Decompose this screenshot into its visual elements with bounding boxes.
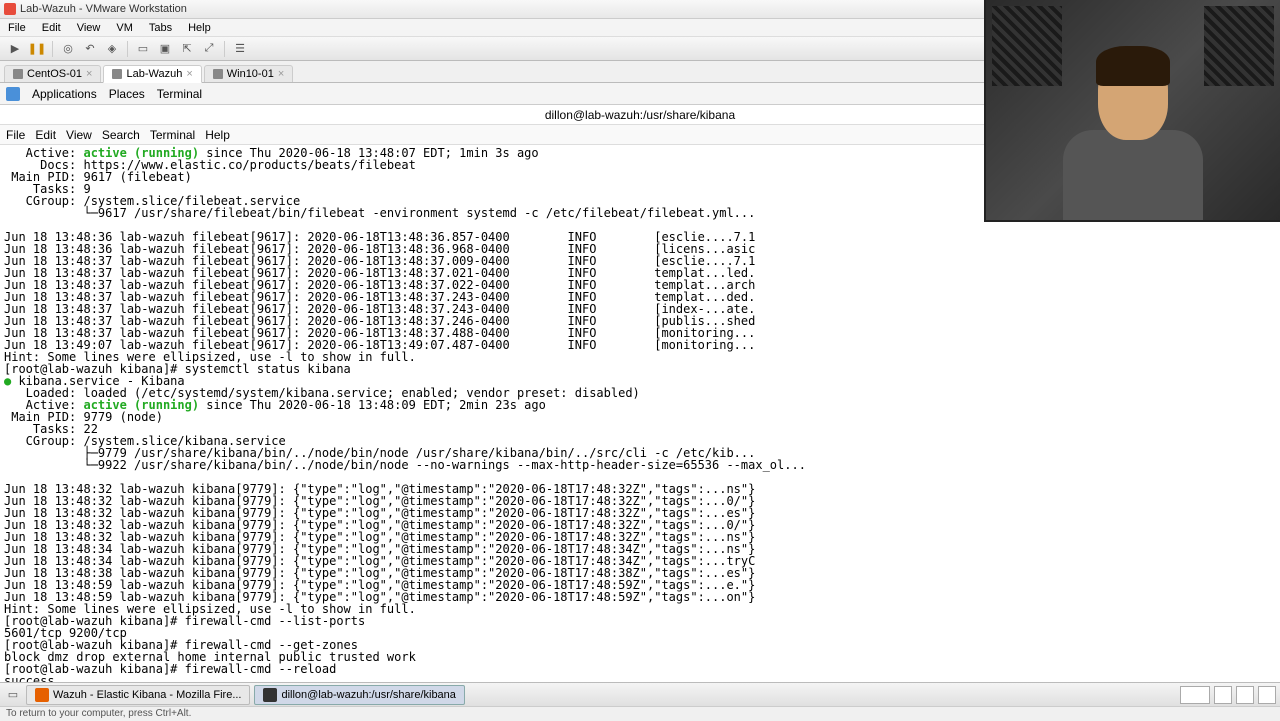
close-icon[interactable]: × xyxy=(186,68,192,80)
tray-item-3[interactable] xyxy=(1258,686,1276,704)
tray-item[interactable] xyxy=(1214,686,1232,704)
term-menu-file[interactable]: File xyxy=(6,128,25,142)
close-icon[interactable]: × xyxy=(86,68,92,80)
window-title: Lab-Wazuh - VMware Workstation xyxy=(20,3,187,15)
term-menu-view[interactable]: View xyxy=(66,128,92,142)
fullscreen-button[interactable]: ▭ xyxy=(134,40,152,58)
status-text: To return to your computer, press Ctrl+A… xyxy=(6,708,191,719)
vmware-icon xyxy=(4,3,16,15)
library-button[interactable]: ☰ xyxy=(231,40,249,58)
menu-view[interactable]: View xyxy=(73,22,105,34)
tray-input[interactable] xyxy=(1180,686,1210,704)
snapshot-button[interactable]: ◎ xyxy=(59,40,77,58)
gnome-taskbar: ▭ Wazuh - Elastic Kibana - Mozilla Fire.… xyxy=(0,682,1280,706)
menu-file[interactable]: File xyxy=(4,22,30,34)
terminal-icon xyxy=(263,688,277,702)
term-menu-terminal[interactable]: Terminal xyxy=(150,128,195,142)
gnome-terminal[interactable]: Terminal xyxy=(157,87,202,101)
firefox-icon xyxy=(35,688,49,702)
menu-vm[interactable]: VM xyxy=(112,22,137,34)
term-menu-help[interactable]: Help xyxy=(205,128,230,142)
tab-lab-wazuh[interactable]: Lab-Wazuh× xyxy=(103,65,201,83)
power-button[interactable]: ▶ xyxy=(6,40,24,58)
taskbar-terminal[interactable]: dillon@lab-wazuh:/usr/share/kibana xyxy=(254,685,464,705)
console-button[interactable]: ⇱ xyxy=(178,40,196,58)
close-icon[interactable]: × xyxy=(278,68,284,80)
show-desktop-button[interactable]: ▭ xyxy=(4,686,22,704)
vmware-statusbar: To return to your computer, press Ctrl+A… xyxy=(0,706,1280,720)
unity-button[interactable]: ▣ xyxy=(156,40,174,58)
webcam-overlay xyxy=(984,0,1280,222)
term-menu-edit[interactable]: Edit xyxy=(35,128,56,142)
tray-item-2[interactable] xyxy=(1236,686,1254,704)
menu-tabs[interactable]: Tabs xyxy=(145,22,176,34)
taskbar-firefox[interactable]: Wazuh - Elastic Kibana - Mozilla Fire... xyxy=(26,685,250,705)
tab-win10[interactable]: Win10-01× xyxy=(204,65,294,82)
menu-help[interactable]: Help xyxy=(184,22,215,34)
gnome-applications[interactable]: Applications xyxy=(32,87,97,101)
term-menu-search[interactable]: Search xyxy=(102,128,140,142)
snapshot-mgr-button[interactable]: ◈ xyxy=(103,40,121,58)
pause-button[interactable]: ❚❚ xyxy=(28,40,46,58)
gnome-menu-icon[interactable] xyxy=(6,87,20,101)
terminal-output[interactable]: Active: active (running) since Thu 2020-… xyxy=(0,145,1280,703)
stretch-button[interactable]: ⤢ xyxy=(200,40,218,58)
tab-centos[interactable]: CentOS-01× xyxy=(4,65,101,82)
menu-edit[interactable]: Edit xyxy=(38,22,65,34)
revert-button[interactable]: ↶ xyxy=(81,40,99,58)
gnome-places[interactable]: Places xyxy=(109,87,145,101)
